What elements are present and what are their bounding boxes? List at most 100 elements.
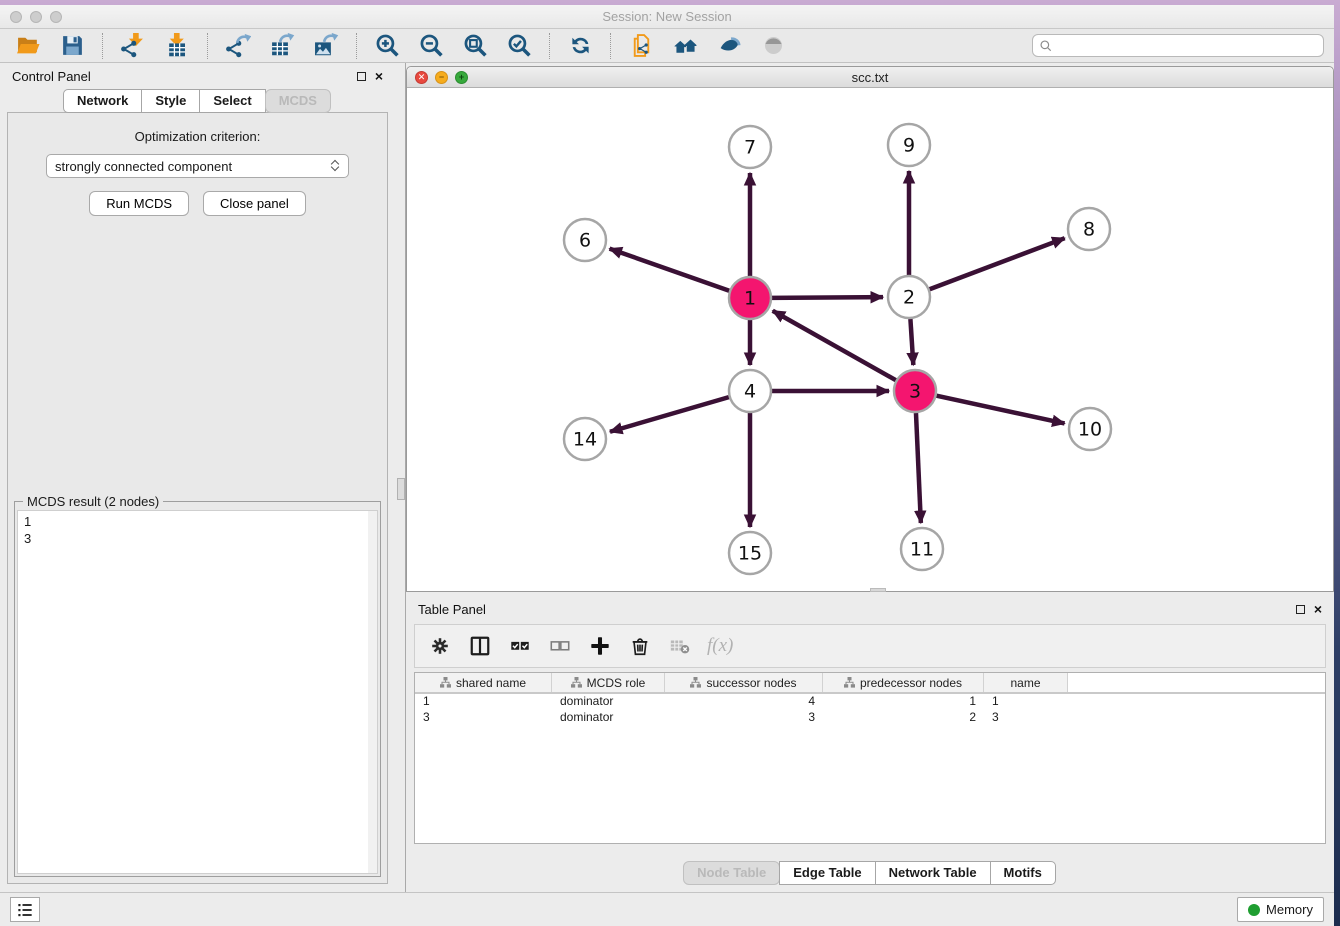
network-close-button[interactable]: ✕ bbox=[415, 71, 428, 84]
tab-network-table[interactable]: Network Table bbox=[875, 861, 991, 885]
table-tabs: Node TableEdge TableNetwork TableMotifs bbox=[406, 844, 1334, 892]
result-line: 1 bbox=[24, 513, 371, 530]
panel-splitter[interactable] bbox=[395, 63, 406, 892]
table-cell: 3 bbox=[415, 710, 552, 726]
zoom-in-icon[interactable] bbox=[369, 32, 405, 60]
eye-disabled-icon bbox=[755, 32, 791, 60]
network-maximize-button[interactable]: + bbox=[455, 71, 468, 84]
column-layout-icon[interactable] bbox=[467, 633, 493, 659]
table-row[interactable]: 1dominator411 bbox=[415, 694, 1325, 710]
edge-4-14[interactable] bbox=[610, 397, 729, 432]
table-cell: dominator bbox=[552, 694, 665, 710]
mcds-result-list[interactable]: 13 bbox=[17, 510, 378, 874]
table-cell: 2 bbox=[823, 710, 984, 726]
edge-3-1[interactable] bbox=[773, 311, 896, 380]
memory-status-icon bbox=[1248, 904, 1260, 916]
column-tree-icon bbox=[571, 677, 582, 688]
open-file-icon[interactable] bbox=[10, 32, 46, 60]
zoom-fit-icon[interactable] bbox=[457, 32, 493, 60]
column-header-shared-name[interactable]: shared name bbox=[415, 673, 552, 692]
float-panel-icon[interactable] bbox=[357, 72, 366, 81]
node-label-3: 3 bbox=[909, 381, 921, 403]
zoom-selected-icon[interactable] bbox=[501, 32, 537, 60]
import-table-icon[interactable] bbox=[159, 32, 195, 60]
table-panel: Table Panel × f(x) shared nameMCDS roles… bbox=[406, 596, 1334, 892]
status-bar: Memory bbox=[0, 892, 1334, 926]
table-panel-title: Table Panel bbox=[418, 602, 486, 617]
toolbar-separator bbox=[610, 33, 611, 59]
refresh-layout-icon[interactable] bbox=[562, 32, 598, 60]
tab-network[interactable]: Network bbox=[63, 89, 142, 113]
table-header-row: shared nameMCDS rolesuccessor nodesprede… bbox=[415, 673, 1325, 694]
search-icon bbox=[1039, 39, 1053, 53]
zoom-out-icon[interactable] bbox=[413, 32, 449, 60]
close-panel-icon[interactable]: × bbox=[375, 69, 383, 83]
table-settings-gear-icon[interactable] bbox=[427, 633, 453, 659]
edge-2-3[interactable] bbox=[910, 319, 913, 365]
control-panel: Control Panel × NetworkStyleSelectMCDS O… bbox=[0, 63, 395, 892]
network-canvas[interactable]: 7968124314101511 bbox=[407, 88, 1333, 591]
task-history-button[interactable] bbox=[10, 897, 40, 922]
column-header-predecessor-nodes[interactable]: predecessor nodes bbox=[823, 673, 984, 692]
duplicate-network-icon[interactable] bbox=[623, 32, 659, 60]
tab-node-table[interactable]: Node Table bbox=[683, 861, 780, 885]
delete-row-icon[interactable] bbox=[627, 633, 653, 659]
save-session-icon[interactable] bbox=[54, 32, 90, 60]
table-cell: dominator bbox=[552, 710, 665, 726]
edge-2-8[interactable] bbox=[930, 238, 1065, 289]
node-label-9: 9 bbox=[903, 135, 915, 157]
tab-mcds[interactable]: MCDS bbox=[265, 89, 331, 113]
dropdown-stepper-icon bbox=[332, 161, 340, 172]
float-table-panel-icon[interactable] bbox=[1296, 605, 1305, 614]
column-tree-icon bbox=[844, 677, 855, 688]
table-cell: 4 bbox=[665, 694, 823, 710]
mcds-result-group: MCDS result (2 nodes) 13 bbox=[14, 501, 381, 877]
show-hide-graphics-details-icon[interactable] bbox=[711, 32, 747, 60]
run-mcds-button[interactable]: Run MCDS bbox=[89, 191, 189, 216]
result-scrollbar[interactable] bbox=[368, 511, 377, 873]
app-window: Session: New Session Control Panel × Net… bbox=[0, 5, 1334, 926]
close-table-panel-icon[interactable]: × bbox=[1314, 602, 1322, 616]
control-panel-tabs: NetworkStyleSelectMCDS bbox=[0, 89, 395, 113]
node-table[interactable]: shared nameMCDS rolesuccessor nodesprede… bbox=[414, 672, 1326, 844]
table-cell: 1 bbox=[984, 694, 1068, 710]
tab-style[interactable]: Style bbox=[141, 89, 200, 113]
close-panel-button[interactable]: Close panel bbox=[203, 191, 306, 216]
memory-button[interactable]: Memory bbox=[1237, 897, 1324, 922]
export-image-icon[interactable] bbox=[308, 32, 344, 60]
deselect-all-columns-icon[interactable] bbox=[547, 633, 573, 659]
toolbar-separator bbox=[102, 33, 103, 59]
header-filler bbox=[1068, 673, 1325, 692]
tab-select[interactable]: Select bbox=[199, 89, 265, 113]
import-network-icon[interactable] bbox=[115, 32, 151, 60]
node-label-7: 7 bbox=[744, 137, 756, 159]
tab-motifs[interactable]: Motifs bbox=[990, 861, 1056, 885]
result-line: 3 bbox=[24, 530, 371, 547]
edge-3-11[interactable] bbox=[916, 413, 921, 523]
column-header-name[interactable]: name bbox=[984, 673, 1068, 692]
edge-1-6[interactable] bbox=[610, 249, 730, 291]
node-label-10: 10 bbox=[1078, 419, 1102, 441]
search-field[interactable] bbox=[1032, 34, 1324, 57]
open-browser-home-icon[interactable] bbox=[667, 32, 703, 60]
column-header-successor-nodes[interactable]: successor nodes bbox=[665, 673, 823, 692]
export-network-icon[interactable] bbox=[220, 32, 256, 60]
criterion-dropdown[interactable]: strongly connected component bbox=[46, 154, 349, 178]
node-label-8: 8 bbox=[1083, 219, 1095, 241]
node-label-1: 1 bbox=[744, 288, 756, 310]
network-minimize-button[interactable]: − bbox=[435, 71, 448, 84]
memory-label: Memory bbox=[1266, 902, 1313, 917]
export-table-icon[interactable] bbox=[264, 32, 300, 60]
table-row[interactable]: 3dominator323 bbox=[415, 710, 1325, 726]
tab-edge-table[interactable]: Edge Table bbox=[779, 861, 875, 885]
add-row-icon[interactable] bbox=[587, 633, 613, 659]
network-title: scc.txt bbox=[407, 70, 1333, 85]
column-header-MCDS-role[interactable]: MCDS role bbox=[552, 673, 665, 692]
search-input[interactable] bbox=[1053, 39, 1317, 53]
network-resize-grip[interactable] bbox=[870, 588, 886, 592]
edge-1-2[interactable] bbox=[772, 297, 883, 298]
optimization-criterion-label: Optimization criterion: bbox=[8, 129, 387, 144]
splitter-grip[interactable] bbox=[397, 478, 405, 500]
select-all-columns-icon[interactable] bbox=[507, 633, 533, 659]
edge-3-10[interactable] bbox=[936, 396, 1064, 424]
